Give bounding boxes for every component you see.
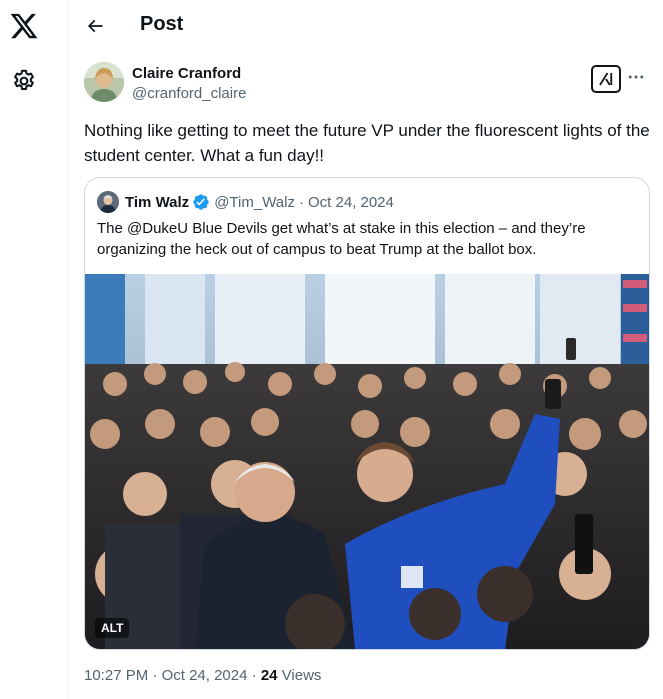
quoted-post-text: The @DukeU Blue Devils get what’s at sta…: [97, 220, 586, 258]
quoted-author-handle[interactable]: @Tim_Walz: [214, 194, 295, 211]
author-handle[interactable]: @cranford_claire: [132, 85, 246, 102]
grok-icon: [599, 72, 613, 86]
page-title: Post: [140, 13, 184, 35]
post-text: Nothing like getting to meet the future …: [84, 121, 650, 165]
post-time[interactable]: 10:27 PM: [84, 667, 148, 684]
quoted-post-header: Tim Walz @Tim_Walz · Oct 24, 2024: [97, 190, 394, 214]
quoted-post[interactable]: Tim Walz @Tim_Walz · Oct 24, 2024 The @D…: [84, 177, 650, 650]
separator-dot: ·: [251, 667, 257, 684]
quoted-author-name[interactable]: Tim Walz: [125, 194, 189, 211]
page-header: Post: [68, 0, 663, 52]
left-rail: [0, 0, 68, 699]
gear-icon[interactable]: [11, 68, 37, 94]
post-author-row: Claire Cranford @cranford_claire: [84, 62, 647, 106]
verified-badge-icon: [193, 194, 209, 210]
author-name[interactable]: Claire Cranford: [132, 65, 241, 82]
more-dots-icon: [628, 75, 644, 79]
back-button[interactable]: [80, 11, 110, 41]
views-label: Views: [281, 667, 322, 684]
author-avatar[interactable]: [84, 62, 124, 102]
separator-dot: ·: [152, 667, 158, 684]
quoted-post-photo[interactable]: ALT: [85, 274, 649, 649]
separator-dot: ·: [298, 193, 304, 211]
arrow-left-icon: [87, 19, 103, 33]
alt-text-badge[interactable]: ALT: [95, 618, 130, 638]
views-count: 24: [260, 667, 278, 684]
quoted-post-date[interactable]: Oct 24, 2024: [308, 194, 394, 211]
x-logo-icon[interactable]: [9, 11, 39, 41]
quoted-author-avatar[interactable]: [97, 191, 119, 213]
post-date[interactable]: Oct 24, 2024: [162, 667, 248, 684]
more-options-button[interactable]: [625, 66, 647, 88]
grok-button[interactable]: [591, 65, 621, 93]
post-meta: 10:27 PM · Oct 24, 2024 · 24 Views: [84, 667, 321, 684]
